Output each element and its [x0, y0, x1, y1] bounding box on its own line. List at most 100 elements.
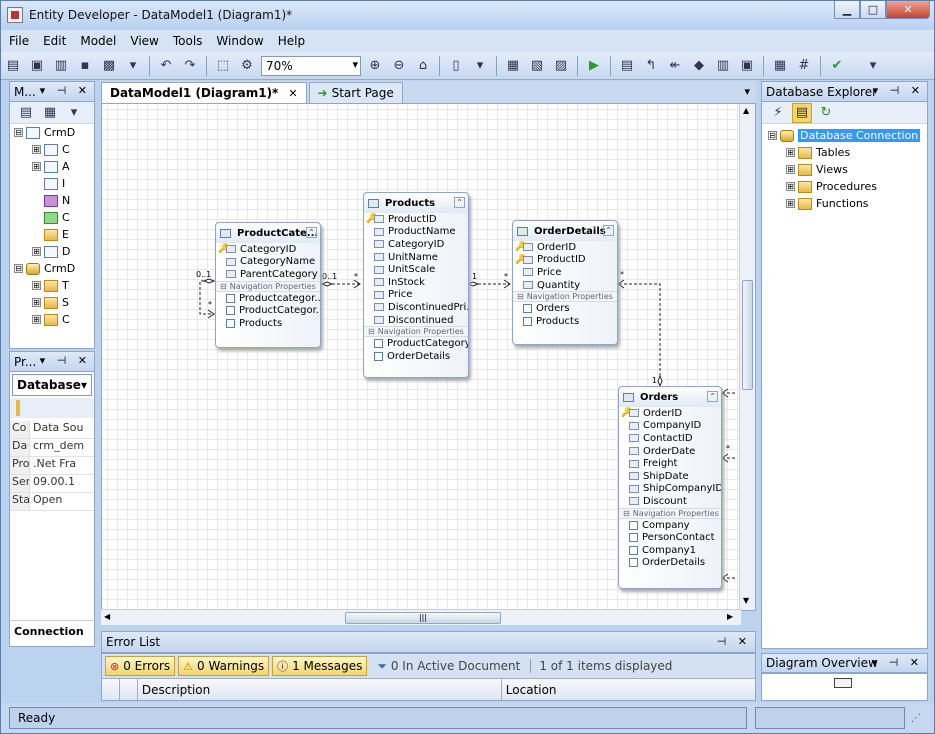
entity-property[interactable]: Discontinued [364, 314, 468, 327]
entity-header[interactable]: Products ⌃ [364, 193, 468, 213]
tab-diagram[interactable]: DataModel1 (Diagram1)* ✕ [101, 82, 307, 103]
tree-item-views[interactable]: ⊞ Views [766, 161, 927, 178]
entity-property[interactable]: ParentCategory [216, 268, 320, 281]
expander-icon[interactable]: ⊞ [32, 315, 41, 324]
tree-item[interactable]: ⊟ CrmD [14, 124, 94, 141]
expander-icon[interactable]: ⊞ [32, 281, 41, 290]
navigation-section[interactable]: Navigation Properties [619, 507, 721, 519]
collapse-icon[interactable]: ⌃ [603, 225, 614, 236]
navigation-property[interactable]: ProductCategory [364, 337, 468, 350]
entity-productcategory[interactable]: ProductCate... ⌃ 🔑 CategoryID CategoryName Pa… [215, 222, 321, 348]
add-class-icon[interactable]: ▤ [617, 56, 637, 76]
clear-icon[interactable]: ⚙ [237, 56, 257, 76]
connect-icon[interactable]: ⚡ [768, 103, 788, 123]
tree-item[interactable]: ⊞ S [14, 294, 94, 311]
property-value[interactable]: crm_dem [30, 439, 94, 456]
expander-icon[interactable] [32, 230, 41, 239]
expander-icon[interactable] [32, 179, 41, 188]
scroll-left-icon[interactable]: ◀ [104, 612, 110, 621]
scroll-down-icon[interactable]: ▼ [743, 596, 749, 605]
expander-icon[interactable]: ⊞ [786, 165, 795, 174]
scroll-thumb[interactable]: ||| [345, 612, 501, 624]
expander-icon[interactable]: ⊞ [786, 199, 795, 208]
property-row[interactable]: Pro .Net Fra [10, 457, 94, 475]
entity-property[interactable]: DiscontinuedPri... [364, 301, 468, 314]
open-folder-icon[interactable]: ▥ [51, 56, 71, 76]
panel-buttons[interactable]: ▾ ⊣ ✕ [40, 354, 91, 367]
tree-item-procedures[interactable]: ⊞ Procedures [766, 178, 927, 195]
dropdown3-icon[interactable]: ▾ [863, 56, 883, 76]
expander-icon[interactable]: ⊟ [14, 128, 23, 137]
tree-item[interactable]: ⊞ D [14, 243, 94, 260]
options-icon[interactable]: ▾ [64, 103, 84, 123]
property-row[interactable]: Da crm_dem [10, 439, 94, 457]
entity-property[interactable]: ShipDate [619, 470, 721, 483]
maximize-button[interactable]: □ [860, 1, 886, 19]
add-method-icon[interactable]: ◆ [689, 56, 709, 76]
navigation-section[interactable]: Navigation Properties [364, 326, 468, 338]
entity-property[interactable]: Price [513, 266, 617, 279]
property-row[interactable]: Sta Open [10, 493, 94, 511]
panel-buttons[interactable]: ▾ ⊣ ✕ [873, 84, 924, 97]
tree-item[interactable]: E [14, 226, 94, 243]
entity-property[interactable]: Price [364, 289, 468, 302]
property-value[interactable]: 09.00.1 [30, 475, 94, 492]
expander-icon[interactable]: ⊞ [32, 162, 41, 171]
dropdown-icon[interactable]: ▾ [123, 56, 143, 76]
zoom-in-icon[interactable]: ⊕ [365, 56, 385, 76]
entity-header[interactable]: ProductCate... ⌃ [216, 223, 320, 243]
property-row[interactable]: Ser 09.00.1 [10, 475, 94, 493]
tree-item-database-connection[interactable]: ⊟ Database Connection [766, 127, 927, 144]
entity-header[interactable]: OrderDetails ⌃ [513, 221, 617, 241]
warnings-filter-button[interactable]: ⚠ 0 Warnings [178, 656, 270, 676]
entity-property[interactable]: UnitScale [364, 263, 468, 276]
tab-list-icon[interactable]: ▾ [744, 85, 750, 98]
zoom-out-icon[interactable]: ⊖ [389, 56, 409, 76]
messages-filter-button[interactable]: ⓘ 1 Messages [272, 656, 368, 676]
entity-property[interactable]: ShipCompanyID [619, 483, 721, 496]
entity-property[interactable]: Freight [619, 457, 721, 470]
add-inheritance-icon[interactable]: ↞ [665, 56, 685, 76]
expander-icon[interactable] [32, 196, 41, 205]
tab-close-icon[interactable]: ✕ [288, 87, 297, 100]
tab-start-page[interactable]: ➜ Start Page [308, 82, 403, 103]
object-selector[interactable]: Database [12, 374, 92, 396]
entity-orderdetails[interactable]: OrderDetails ⌃ 🔑 OrderID 🔑 ProductID Price Quan… [512, 220, 618, 345]
expander-icon[interactable]: ⊟ [768, 131, 777, 140]
navigation-property[interactable]: OrderDetails [364, 350, 468, 363]
title-bar[interactable]: Entity Developer - DataModel1 (Diagram1)… [1, 1, 934, 29]
collapse-icon[interactable]: ⌃ [454, 197, 465, 208]
entity-orders[interactable]: Orders ⌃ 🔑 OrderID CompanyID ContactID OrderDa… [618, 386, 722, 589]
navigation-property[interactable]: Company [619, 519, 721, 532]
menu-window[interactable]: Window [216, 34, 263, 48]
entity-property[interactable]: CategoryID [364, 238, 468, 251]
menu-edit[interactable]: Edit [43, 34, 66, 48]
column-description[interactable]: Description [138, 679, 502, 700]
undo-icon[interactable]: ↶ [156, 56, 176, 76]
categorized-icon[interactable] [16, 400, 20, 416]
scroll-thumb[interactable] [742, 280, 753, 390]
add-folder-icon[interactable]: ▣ [737, 56, 757, 76]
entity-property[interactable]: Quantity [513, 279, 617, 292]
entity-property[interactable]: 🔑 ProductID [364, 213, 468, 226]
tree-item[interactable]: ⊞ A [14, 158, 94, 175]
active-document-filter[interactable]: ⏷ 0 In Active Document [377, 659, 520, 674]
validate-icon[interactable]: ✔ [827, 56, 847, 76]
update-db-icon[interactable]: ▧ [527, 56, 547, 76]
expander-icon[interactable]: ⊟ [14, 264, 23, 273]
canvas-horizontal-scrollbar[interactable]: ◀ ||| ▶ [101, 609, 741, 625]
expander-icon[interactable] [32, 213, 41, 222]
overview-viewport[interactable] [834, 678, 852, 688]
canvas-vertical-scrollbar[interactable]: ▲ ▼ [739, 104, 755, 610]
entity-property[interactable]: ProductName [364, 226, 468, 239]
expander-icon[interactable]: ⊞ [32, 298, 41, 307]
entity-header[interactable]: Orders ⌃ [619, 387, 721, 407]
entity-property[interactable]: 🔑 OrderID [619, 407, 721, 420]
scroll-right-icon[interactable]: ▶ [727, 612, 733, 621]
refresh-icon[interactable]: ↻ [816, 103, 836, 123]
entity-property[interactable]: CategoryName [216, 256, 320, 269]
new-file-icon[interactable]: ▣ [27, 56, 47, 76]
collapse-icon[interactable]: ⌃ [306, 227, 317, 238]
menu-help[interactable]: Help [278, 34, 305, 48]
panel-buttons[interactable]: ⊣ ✕ [717, 635, 751, 648]
